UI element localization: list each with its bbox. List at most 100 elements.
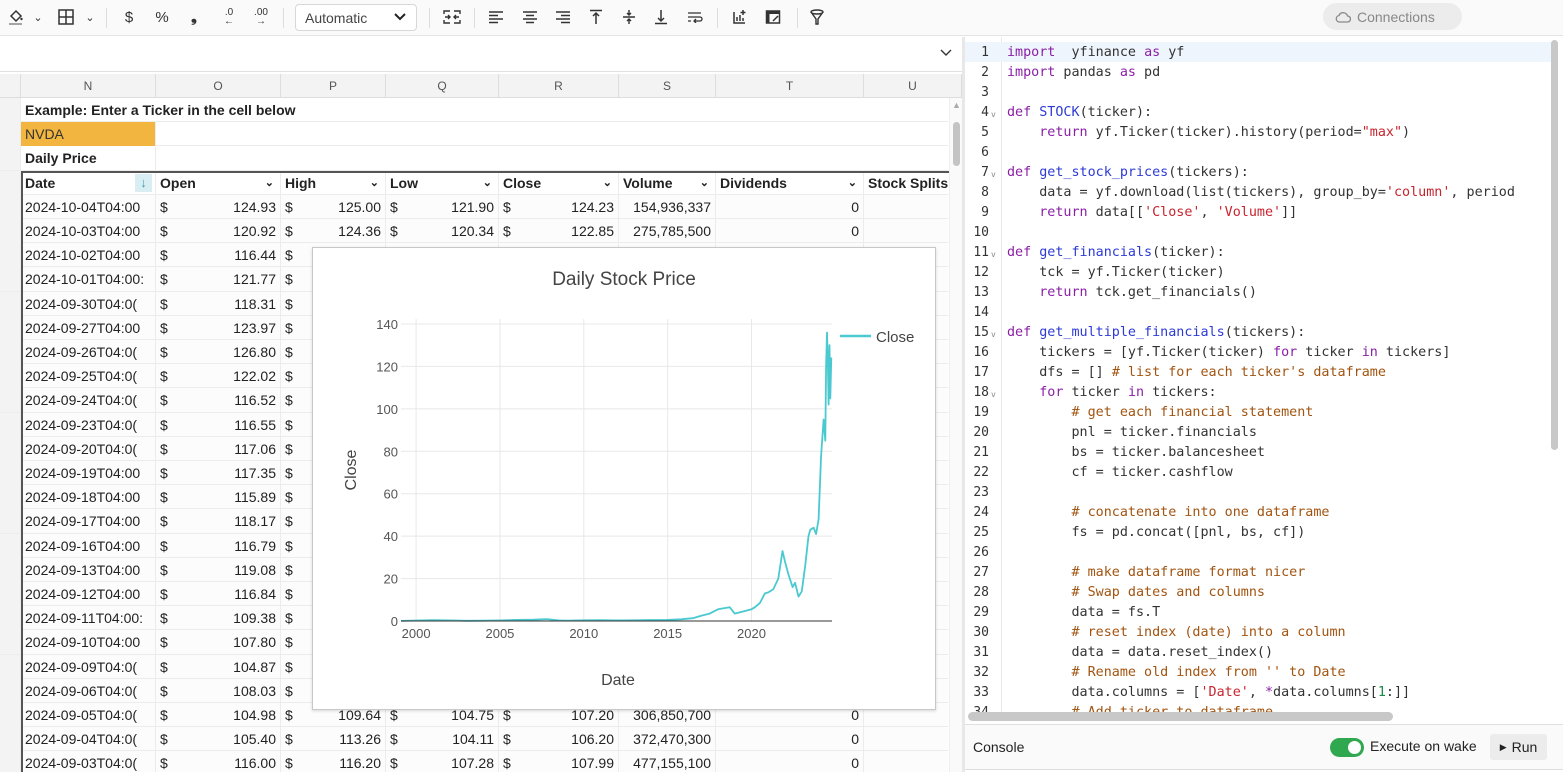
code-line[interactable]: 12 tck = yf.Ticker(ticker): [965, 262, 1551, 282]
code-horizontal-scrollbar[interactable]: [968, 712, 1393, 721]
fold-toggle-icon[interactable]: v: [989, 386, 1001, 399]
filter-dropdown-icon[interactable]: ⌄: [603, 176, 612, 189]
align-center-icon[interactable]: [521, 6, 539, 28]
scrollbar-thumb[interactable]: [953, 122, 960, 166]
table-cell-date[interactable]: 2024-09-09T04:0(: [21, 654, 156, 679]
increase-decimal-icon[interactable]: .00 →: [250, 6, 272, 28]
table-cell-open[interactable]: $120.92: [156, 219, 281, 243]
table-cell-open[interactable]: $116.84: [156, 582, 281, 606]
row-header[interactable]: [0, 436, 21, 461]
row-header[interactable]: [0, 315, 21, 340]
expand-formula-icon[interactable]: [940, 45, 952, 60]
column-header-r[interactable]: R: [499, 74, 619, 98]
table-cell-date[interactable]: 2024-09-26T04:0(: [21, 340, 156, 364]
row-header[interactable]: [0, 170, 21, 195]
row-header[interactable]: [0, 122, 21, 147]
code-line[interactable]: 25 fs = pd.concat([pnl, bs, cf]): [965, 522, 1551, 542]
table-cell-date[interactable]: 2024-10-04T04:00: [21, 194, 156, 219]
code-line[interactable]: 17 dfs = [] # list for each ticker's dat…: [965, 362, 1551, 382]
code-line[interactable]: 29 data = fs.T: [965, 602, 1551, 622]
align-middle-icon[interactable]: [620, 6, 638, 28]
code-line[interactable]: 24 # concatenate into one dataframe: [965, 502, 1551, 522]
table-header-close[interactable]: Close ⌄: [499, 170, 619, 195]
table-cell-date[interactable]: 2024-09-20T04:0(: [21, 436, 156, 461]
row-header[interactable]: [0, 582, 21, 606]
row-header[interactable]: [0, 412, 21, 437]
table-cell-date[interactable]: 2024-09-18T04:00: [21, 485, 156, 510]
run-button[interactable]: ▶ Run: [1490, 734, 1547, 760]
table-cell-div[interactable]: 0: [716, 727, 864, 752]
table-cell-open[interactable]: $123.97: [156, 315, 281, 340]
code-line[interactable]: 21 bs = ticker.balancesheet: [965, 442, 1551, 462]
table-cell-close[interactable]: $107.99: [499, 751, 619, 772]
chart-panel[interactable]: 0 20 40 60 80 100 120 140 2000 2005 2010 2015 2020 …: [312, 247, 936, 710]
row-header[interactable]: [0, 509, 21, 534]
fold-toggle-icon[interactable]: v: [989, 166, 1001, 179]
code-line[interactable]: 20 pnl = ticker.financials: [965, 422, 1551, 442]
table-cell-low[interactable]: $120.34: [386, 219, 499, 243]
ticker-input-cell[interactable]: NVDA: [21, 122, 156, 147]
decrease-decimal-icon[interactable]: .0 ←: [220, 6, 238, 28]
table-cell-open[interactable]: $116.79: [156, 533, 281, 558]
table-cell-date[interactable]: 2024-09-23T04:0(: [21, 412, 156, 437]
table-cell-split[interactable]: [864, 219, 948, 243]
table-cell-div[interactable]: 0: [716, 194, 864, 219]
table-cell-close[interactable]: $106.20: [499, 727, 619, 752]
table-cell-open[interactable]: $116.52: [156, 388, 281, 413]
table-cell-open[interactable]: $121.77: [156, 267, 281, 292]
table-cell-high[interactable]: $125.00: [281, 194, 386, 219]
code-line[interactable]: 26: [965, 542, 1551, 562]
code-line[interactable]: 7 v def get_stock_prices(tickers):: [965, 162, 1551, 182]
table-cell-date[interactable]: 2024-09-12T04:00: [21, 582, 156, 606]
filter-dropdown-icon[interactable]: ⌄: [370, 176, 379, 189]
align-top-icon[interactable]: [587, 6, 605, 28]
table-cell-date[interactable]: 2024-09-19T04:00: [21, 461, 156, 485]
text-wrap-icon[interactable]: [686, 6, 704, 28]
table-cell-open[interactable]: $119.08: [156, 557, 281, 582]
code-line[interactable]: 4 v def STOCK(ticker):: [965, 102, 1551, 122]
table-cell-open[interactable]: $116.55: [156, 412, 281, 437]
table-cell-date[interactable]: 2024-09-04T04:0(: [21, 727, 156, 752]
code-line[interactable]: 28 # Swap dates and columns: [965, 582, 1551, 602]
code-line[interactable]: 31 data = data.reset_index(): [965, 642, 1551, 662]
table-cell-div[interactable]: 0: [716, 751, 864, 772]
table-cell-split[interactable]: [864, 727, 948, 751]
column-header-u[interactable]: U: [864, 74, 962, 98]
align-bottom-icon[interactable]: [652, 6, 670, 28]
code-line[interactable]: 30 # reset index (date) into a column: [965, 622, 1551, 642]
fold-toggle-icon[interactable]: v: [989, 246, 1001, 259]
table-cell-high[interactable]: $124.36: [281, 219, 386, 243]
code-line[interactable]: 19 # get each financial statement: [965, 402, 1551, 422]
row-header[interactable]: [0, 291, 21, 316]
table-cell-div[interactable]: 0: [716, 219, 864, 243]
fold-toggle-icon[interactable]: v: [989, 106, 1001, 119]
table-cell-low[interactable]: $121.90: [386, 194, 499, 219]
code-line[interactable]: 18 v for ticker in tickers:: [965, 382, 1551, 402]
table-cell-volume[interactable]: 372,470,300: [619, 727, 716, 752]
code-vertical-scrollbar[interactable]: [1551, 40, 1558, 450]
console-label[interactable]: Console: [973, 739, 1024, 755]
table-header-high[interactable]: High ⌄: [281, 170, 386, 195]
column-header-t[interactable]: T: [716, 74, 864, 98]
table-cell-close[interactable]: $122.85: [499, 219, 619, 243]
insert-chart-icon[interactable]: [731, 6, 749, 28]
table-cell-open[interactable]: $107.80: [156, 630, 281, 655]
fold-toggle-icon[interactable]: v: [989, 326, 1001, 339]
table-cell-date[interactable]: 2024-09-03T04:0(: [21, 751, 156, 772]
table-cell-date[interactable]: 2024-10-01T04:00:: [21, 267, 156, 292]
table-cell-open[interactable]: $104.87: [156, 654, 281, 679]
merge-cells-icon[interactable]: [441, 6, 463, 28]
filter-dropdown-icon[interactable]: ⌄: [483, 176, 492, 189]
table-cell-date[interactable]: 2024-09-16T04:00: [21, 533, 156, 558]
table-cell-volume[interactable]: 275,785,500: [619, 219, 716, 243]
table-cell-date[interactable]: 2024-09-06T04:0(: [21, 678, 156, 703]
table-cell-high[interactable]: $116.20: [281, 751, 386, 772]
table-cell-open[interactable]: $126.80: [156, 340, 281, 364]
table-cell-date[interactable]: 2024-10-03T04:00: [21, 219, 156, 243]
fill-color-icon[interactable]: [6, 6, 26, 28]
code-line[interactable]: 5 return yf.Ticker(ticker).history(perio…: [965, 122, 1551, 142]
column-header-n[interactable]: N: [21, 74, 156, 98]
table-header-volume[interactable]: Volume ⌄: [619, 170, 716, 195]
align-left-icon[interactable]: [487, 6, 505, 28]
code-line[interactable]: 11 v def get_financials(ticker):: [965, 242, 1551, 262]
